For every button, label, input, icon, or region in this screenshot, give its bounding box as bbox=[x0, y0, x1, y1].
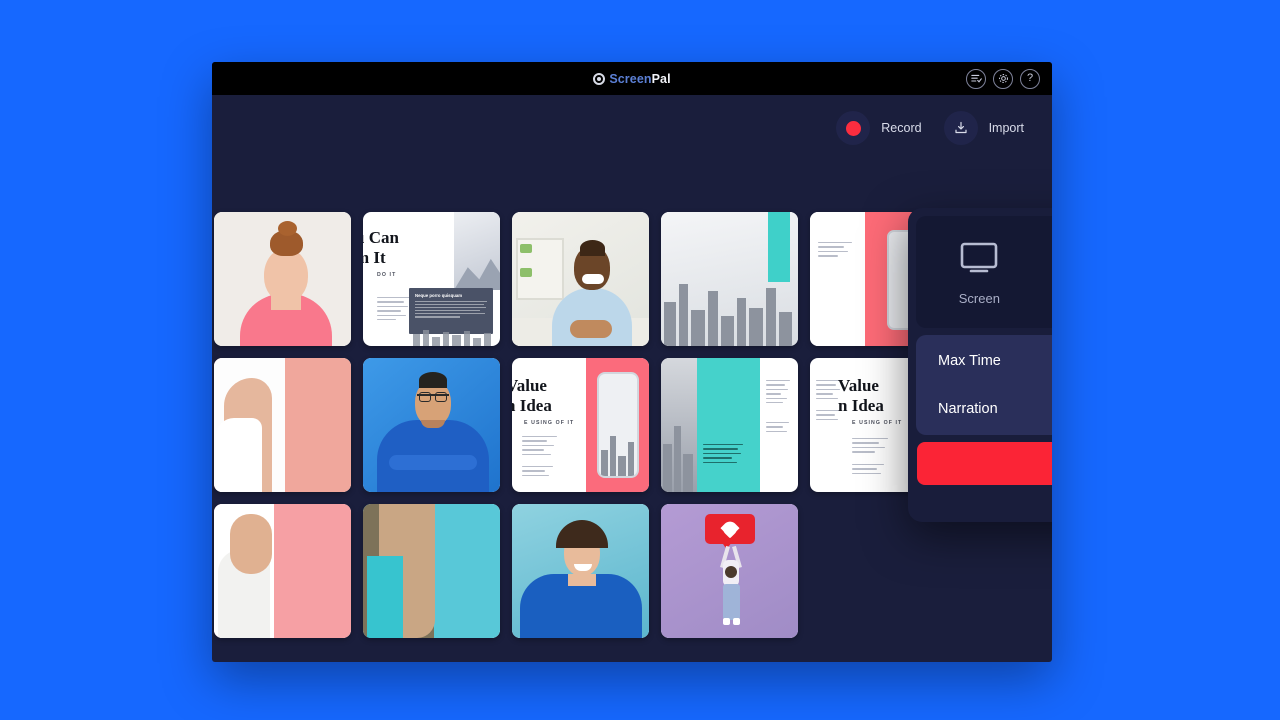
slide-subtitle: DO IT bbox=[377, 272, 397, 278]
app-logo: ScreenPal bbox=[593, 72, 671, 86]
recorder-settings-list: Max Time None › Narration › bbox=[916, 335, 1052, 435]
import-download-icon bbox=[943, 111, 978, 145]
max-time-label: Max Time bbox=[938, 353, 1001, 369]
mode-tab-camera[interactable]: Camera bbox=[1039, 220, 1052, 324]
thumb-slide-you-can-do-it[interactable]: u Canm It DO IT Neque porro quisquam bbox=[363, 212, 500, 346]
list-check-icon[interactable] bbox=[966, 68, 986, 89]
thumb-slide-value-idea-pink[interactable]: Valuen Idea E USING OF IT bbox=[512, 358, 649, 492]
recording-mode-tabs: Screen Camera bbox=[916, 216, 1052, 328]
title-bar: ScreenPal ? bbox=[212, 62, 1052, 95]
slide-title: Valuen Idea bbox=[838, 376, 884, 416]
mode-tab-screen[interactable]: Screen bbox=[920, 220, 1039, 324]
monitor-icon bbox=[958, 238, 1000, 278]
record-dot-icon bbox=[836, 111, 871, 145]
record-toolbar-label: Record bbox=[881, 121, 922, 135]
logo-text-screen: Screen bbox=[609, 71, 652, 86]
thumb-person-like-icon[interactable] bbox=[661, 504, 798, 638]
slide-subtitle: E USING OF IT bbox=[524, 420, 575, 426]
import-toolbar-button[interactable]: Import bbox=[943, 111, 1024, 145]
setting-row-narration[interactable]: Narration › bbox=[916, 385, 1052, 433]
slide-subtitle: E USING OF IT bbox=[852, 420, 903, 426]
record-toolbar-button[interactable]: Record bbox=[836, 111, 922, 145]
screenpal-app-window: ScreenPal ? Record Import Can It DO IT N… bbox=[212, 62, 1052, 662]
thumb-man-blue-sweater[interactable] bbox=[363, 358, 500, 492]
app-logo-text: ScreenPal bbox=[609, 72, 670, 86]
record-import-toolbar: Record Import bbox=[836, 102, 1024, 154]
thumb-man-office[interactable] bbox=[512, 212, 649, 346]
thumb-slide-teal-panel[interactable] bbox=[661, 358, 798, 492]
recorder-settings-panel: Screen Camera bbox=[908, 208, 1052, 522]
thumb-woman-pink-shirt[interactable] bbox=[214, 212, 351, 346]
setting-row-max-time[interactable]: Max Time None › bbox=[916, 337, 1052, 385]
logo-text-pal: Pal bbox=[651, 71, 671, 86]
thumb-photo-pink-partial[interactable] bbox=[214, 504, 351, 638]
thumb-photo-partial-b[interactable] bbox=[214, 358, 351, 492]
narration-label: Narration bbox=[938, 401, 998, 417]
screenpal-logo-icon bbox=[593, 72, 606, 85]
thumb-slide-city-teal[interactable] bbox=[661, 212, 798, 346]
import-toolbar-label: Import bbox=[988, 121, 1024, 135]
gear-icon[interactable] bbox=[993, 68, 1013, 89]
thumb-woman-blue-sweater[interactable] bbox=[512, 504, 649, 638]
help-icon[interactable]: ? bbox=[1020, 68, 1040, 89]
mode-tab-screen-label: Screen bbox=[958, 291, 1000, 306]
thumb-photo-teal-partial[interactable] bbox=[363, 504, 500, 638]
slide-title: u Canm It bbox=[363, 228, 399, 268]
slide-dark-card: Neque porro quisquam bbox=[409, 288, 493, 334]
slide-title: Valuen Idea bbox=[512, 376, 552, 416]
record-button[interactable]: Record bbox=[917, 442, 1052, 485]
title-bar-actions: ? bbox=[966, 62, 1040, 95]
